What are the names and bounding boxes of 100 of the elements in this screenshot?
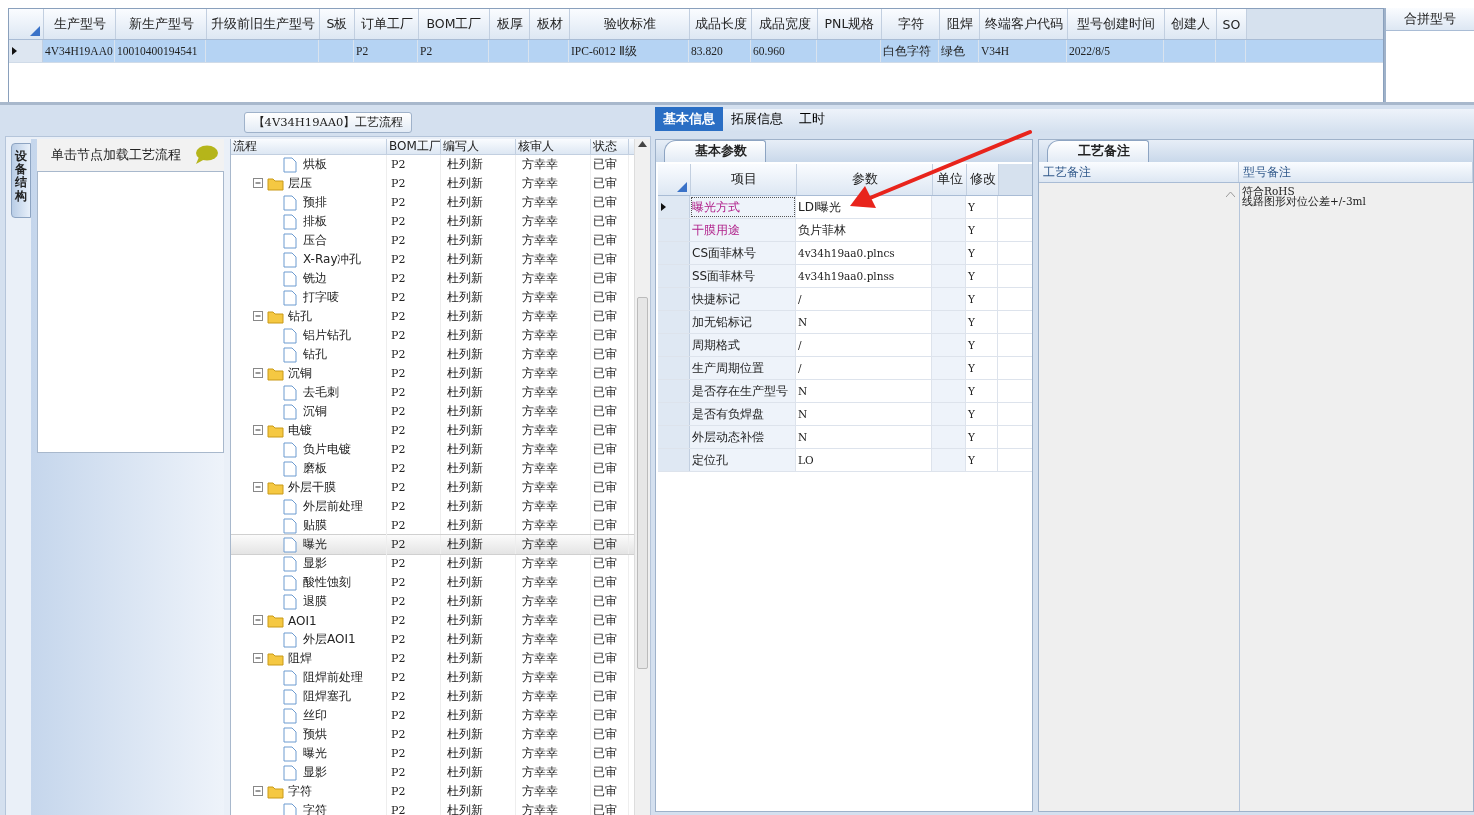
tree-row[interactable]: 钻孔 P2 杜列新 方幸幸 已审 xyxy=(231,345,634,364)
tree-row[interactable]: AOI1 P2 杜列新 方幸幸 已审 xyxy=(231,611,634,630)
column-header[interactable]: 升级前旧生产型号 xyxy=(207,9,320,39)
tree-row[interactable]: 预烘 P2 杜列新 方幸幸 已审 xyxy=(231,725,634,744)
tree-row[interactable]: 排板 P2 杜列新 方幸幸 已审 xyxy=(231,212,634,231)
parameter-row[interactable]: 快捷标记 / Y xyxy=(658,288,1032,311)
column-header[interactable]: 字符 xyxy=(882,9,940,39)
parameter-row[interactable]: 加无铅标记 N Y xyxy=(658,311,1032,334)
tree-row[interactable]: 曝光 P2 杜列新 方幸幸 已审 xyxy=(231,744,634,763)
writer-cell: 杜列新 xyxy=(447,346,483,363)
parameter-row[interactable]: CS面菲林号 4v34h19aa0.plncs Y xyxy=(658,242,1032,265)
parameter-row[interactable]: 曝光方式 LDI曝光 Y xyxy=(658,196,1032,219)
column-header[interactable]: 成品宽度 xyxy=(752,9,818,39)
tree-row[interactable]: 字符 P2 杜列新 方幸幸 已审 xyxy=(231,801,634,815)
column-header[interactable]: 验收标准 xyxy=(570,9,690,39)
grid-row[interactable]: 4V34H19AA0 10010400194541 P2 P2 IPC-6012 Ⅱ级 83.820 60.960 白色字符 绿色 V34H 2022/8/5 xyxy=(9,40,1383,63)
tab[interactable]: 拓展信息 xyxy=(723,107,791,131)
column-header[interactable]: 阻焊 xyxy=(940,9,980,39)
column-header[interactable]: 板材 xyxy=(530,9,570,39)
tree-row[interactable]: 打字唛 P2 杜列新 方幸幸 已审 xyxy=(231,288,634,307)
column-header[interactable]: 新生产型号 xyxy=(116,9,207,39)
column-header[interactable]: 成品长度 xyxy=(690,9,752,39)
tree-row[interactable]: 沉铜 P2 杜列新 方幸幸 已审 xyxy=(231,402,634,421)
column-header[interactable]: PNL规格 xyxy=(818,9,882,39)
reviewer-cell: 方幸幸 xyxy=(522,764,558,781)
column-header[interactable]: 流程 xyxy=(231,139,387,154)
tree-row[interactable]: 字符 P2 杜列新 方幸幸 已审 xyxy=(231,782,634,801)
step-name: 负片电镀 xyxy=(303,441,351,458)
tree-row[interactable]: 退膜 P2 杜列新 方幸幸 已审 xyxy=(231,592,634,611)
tab[interactable]: 工时 xyxy=(791,107,833,131)
tree-row[interactable]: X-Ray冲孔 P2 杜列新 方幸幸 已审 xyxy=(231,250,634,269)
column-header[interactable]: 创建人 xyxy=(1165,9,1217,39)
tree-row[interactable]: 外层干膜 P2 杜列新 方幸幸 已审 xyxy=(231,478,634,497)
column-header[interactable]: 核审人 xyxy=(516,139,591,154)
column-header[interactable]: 板厚 xyxy=(490,9,530,39)
step-name: 沉铜 xyxy=(303,403,327,420)
column-header[interactable]: BOM工厂 xyxy=(419,9,490,39)
panel-tab[interactable]: 工艺备注 xyxy=(1047,140,1149,162)
collapse-icon[interactable] xyxy=(253,653,264,664)
column-header[interactable]: 终端客户代码 xyxy=(980,9,1068,39)
tree-row[interactable]: 烘板 P2 杜列新 方幸幸 已审 xyxy=(231,155,634,174)
tree-row[interactable]: 层压 P2 杜列新 方幸幸 已审 xyxy=(231,174,634,193)
tree-row[interactable]: 钻孔 P2 杜列新 方幸幸 已审 xyxy=(231,307,634,326)
parameter-row[interactable]: 干膜用途 负片菲林 Y xyxy=(658,219,1032,242)
writer-cell: 杜列新 xyxy=(447,764,483,781)
tree-row[interactable]: 阻焊 P2 杜列新 方幸幸 已审 xyxy=(231,649,634,668)
tree-row[interactable]: 去毛刺 P2 杜列新 方幸幸 已审 xyxy=(231,383,634,402)
collapse-icon[interactable] xyxy=(253,311,264,322)
tree-row[interactable]: 阻焊塞孔 P2 杜列新 方幸幸 已审 xyxy=(231,687,634,706)
column-header[interactable]: S板 xyxy=(320,9,355,39)
tree-row[interactable]: 负片电镀 P2 杜列新 方幸幸 已审 xyxy=(231,440,634,459)
tree-row[interactable]: 酸性蚀刻 P2 杜列新 方幸幸 已审 xyxy=(231,573,634,592)
tree-row[interactable]: 外层前处理 P2 杜列新 方幸幸 已审 xyxy=(231,497,634,516)
panel-tab[interactable]: 基本参数 xyxy=(664,140,766,162)
writer-cell: 杜列新 xyxy=(447,403,483,420)
tree-row[interactable]: 丝印 P2 杜列新 方幸幸 已审 xyxy=(231,706,634,725)
tree-row[interactable]: 沉铜 P2 杜列新 方幸幸 已审 xyxy=(231,364,634,383)
tree-row[interactable]: 磨板 P2 杜列新 方幸幸 已审 xyxy=(231,459,634,478)
parameter-row[interactable]: SS面菲林号 4v34h19aa0.plnss Y xyxy=(658,265,1032,288)
tree-row[interactable]: 曝光 P2 杜列新 方幸幸 已审 xyxy=(231,535,634,554)
tree-row[interactable]: 显影 P2 杜列新 方幸幸 已审 xyxy=(231,554,634,573)
column-header[interactable]: 型号创建时间 xyxy=(1068,9,1165,39)
collapse-icon[interactable] xyxy=(253,482,264,493)
column-header[interactable]: 项目 xyxy=(691,164,797,195)
parameter-row[interactable]: 是否存在生产型号 N Y xyxy=(658,380,1032,403)
parameter-row[interactable]: 外层动态补偿 N Y xyxy=(658,426,1032,449)
writer-cell: 杜列新 xyxy=(447,384,483,401)
step-name: 曝光 xyxy=(303,536,327,553)
collapse-icon[interactable] xyxy=(253,425,264,436)
tree-row[interactable]: 电镀 P2 杜列新 方幸幸 已审 xyxy=(231,421,634,440)
column-header[interactable]: BOM工厂 xyxy=(387,139,441,154)
tree-row[interactable]: 铝片钻孔 P2 杜列新 方幸幸 已审 xyxy=(231,326,634,345)
column-header[interactable]: 型号备注 xyxy=(1239,162,1473,182)
parameter-row[interactable]: 生产周期位置 / Y xyxy=(658,357,1032,380)
column-header[interactable]: 合拼型号 xyxy=(1386,8,1474,31)
parameter-row[interactable]: 是否有负焊盘 N Y xyxy=(658,403,1032,426)
scroll-up-icon[interactable] xyxy=(638,141,647,147)
column-header[interactable]: 状态 xyxy=(591,139,629,154)
collapse-icon[interactable] xyxy=(253,368,264,379)
column-header[interactable]: 单位 xyxy=(933,164,967,195)
tree-row[interactable]: 预排 P2 杜列新 方幸幸 已审 xyxy=(231,193,634,212)
parameter-row[interactable]: 定位孔 LO Y xyxy=(658,449,1032,472)
collapse-icon[interactable] xyxy=(253,786,264,797)
parameter-row[interactable]: 周期格式 / Y xyxy=(658,334,1032,357)
column-header[interactable]: 生产型号 xyxy=(44,9,116,39)
scrollbar[interactable] xyxy=(634,139,650,815)
column-header[interactable]: 编写人 xyxy=(441,139,516,154)
tree-row[interactable]: 阻焊前处理 P2 杜列新 方幸幸 已审 xyxy=(231,668,634,687)
column-header[interactable]: 工艺备注 xyxy=(1039,162,1239,182)
collapse-icon[interactable] xyxy=(253,615,264,626)
tree-row[interactable]: 外层AOI1 P2 杜列新 方幸幸 已审 xyxy=(231,630,634,649)
collapse-icon[interactable] xyxy=(253,178,264,189)
tree-row[interactable]: 压合 P2 杜列新 方幸幸 已审 xyxy=(231,231,634,250)
model-notes-field[interactable]: 符合RoHS 线路图形对位公差+/-3ml xyxy=(1240,183,1473,811)
tree-row[interactable]: 显影 P2 杜列新 方幸幸 已审 xyxy=(231,763,634,782)
item-cell: 加无铅标记 xyxy=(692,313,752,331)
tree-row[interactable]: 铣边 P2 杜列新 方幸幸 已审 xyxy=(231,269,634,288)
column-header[interactable]: 订单工厂 xyxy=(355,9,419,39)
tab[interactable]: 基本信息 xyxy=(655,107,723,131)
side-tab[interactable]: 设备结构 xyxy=(11,143,31,218)
